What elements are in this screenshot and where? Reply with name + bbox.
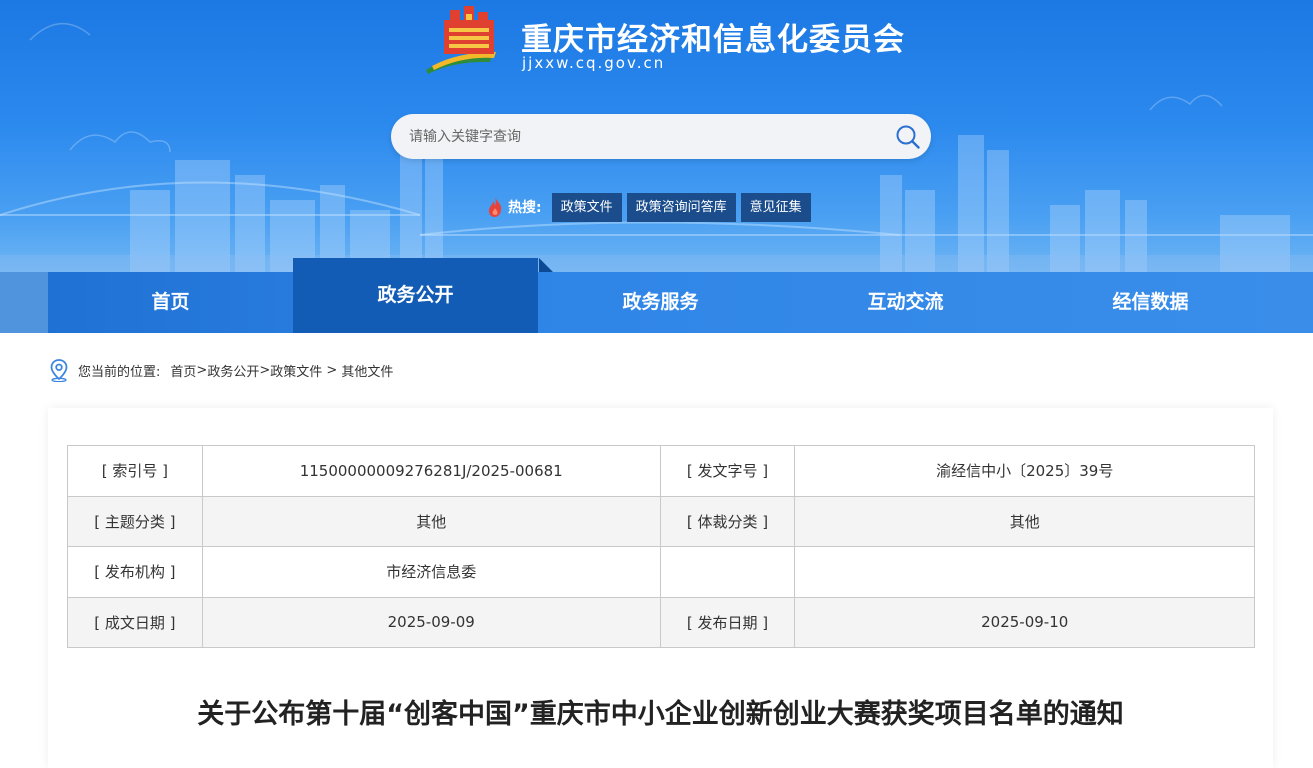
site-header: 重庆市经济和信息化委员会 jjxxw.cq.gov.cn 热搜: 政策文件 政策… xyxy=(0,0,1313,272)
breadcrumb-separator: > xyxy=(322,362,342,378)
meta-label-topic: [ 主题分类 ] xyxy=(67,495,203,547)
document-title: 关于公布第十届“创客中国”重庆市中小企业创新创业大赛获奖项目名单的通知 xyxy=(197,699,1124,730)
meta-value-publisher: 市经济信息委 xyxy=(201,546,661,598)
meta-value-genre: 其他 xyxy=(794,495,1255,547)
document-meta-table: [ 索引号 ] 11500000009276281J/2025-00681 [ … xyxy=(67,445,1255,648)
nav-left-cap xyxy=(0,272,48,333)
meta-value-written-date: 2025-09-09 xyxy=(201,596,661,648)
nav-item-gov-services[interactable]: 政务服务 xyxy=(538,272,783,333)
hot-tag-policy-files[interactable]: 政策文件 xyxy=(551,192,622,222)
nav-item-gov-affairs-open[interactable]: 政务公开 xyxy=(293,258,538,333)
breadcrumb-gov-affairs-open[interactable]: 政务公开 xyxy=(207,361,259,380)
site-domain: jjxxw.cq.gov.cn xyxy=(522,54,666,72)
breadcrumb-other-files[interactable]: 其他文件 xyxy=(341,361,393,380)
meta-label-index-no: [ 索引号 ] xyxy=(67,445,203,497)
meta-label-doc-no: [ 发文字号 ] xyxy=(659,445,796,497)
nav-item-interaction[interactable]: 互动交流 xyxy=(783,272,1028,333)
meta-empty-cell xyxy=(794,546,1255,598)
site-title: 重庆市经济和信息化委员会 xyxy=(521,22,905,58)
hot-search-row: 热搜: 政策文件 政策咨询问答库 意见征集 xyxy=(486,192,816,222)
nav-item-econ-data[interactable]: 经信数据 xyxy=(1028,272,1273,333)
meta-value-doc-no: 渝经信中小〔2025〕39号 xyxy=(794,445,1255,497)
document-card: [ 索引号 ] 11500000009276281J/2025-00681 [ … xyxy=(48,408,1273,768)
meta-label-written-date: [ 成文日期 ] xyxy=(67,596,203,648)
location-pin-icon xyxy=(50,359,68,382)
meta-value-topic: 其他 xyxy=(201,495,661,547)
search-box xyxy=(391,114,931,159)
nav-item-home[interactable]: 首页 xyxy=(48,272,293,333)
breadcrumb-home[interactable]: 首页 xyxy=(170,361,196,380)
main-nav: 首页 政务公开 政务服务 互动交流 经信数据 xyxy=(0,258,1313,333)
hot-tag-policy-qa[interactable]: 政策咨询问答库 xyxy=(626,192,736,222)
meta-label-genre: [ 体裁分类 ] xyxy=(659,495,796,547)
table-row: [ 发布机构 ] 市经济信息委 xyxy=(67,546,1255,598)
fire-icon xyxy=(488,197,502,217)
nav-active-notch xyxy=(539,258,553,272)
table-row: [ 索引号 ] 11500000009276281J/2025-00681 [ … xyxy=(67,445,1255,497)
breadcrumb-policy-files[interactable]: 政策文件 xyxy=(270,361,322,380)
meta-value-index-no: 11500000009276281J/2025-00681 xyxy=(201,445,661,497)
breadcrumb-separator: > xyxy=(259,362,271,378)
breadcrumb-separator: > xyxy=(196,362,208,378)
table-row: [ 主题分类 ] 其他 [ 体裁分类 ] 其他 xyxy=(67,495,1255,547)
search-input[interactable] xyxy=(409,114,879,159)
cq-emblem-icon xyxy=(426,6,496,74)
site-logo[interactable]: 重庆市经济和信息化委员会 jjxxw.cq.gov.cn xyxy=(422,6,912,76)
meta-empty-cell xyxy=(659,546,796,598)
hot-search-label: 热搜: xyxy=(508,200,542,216)
meta-label-publisher: [ 发布机构 ] xyxy=(67,546,203,598)
breadcrumb: 您当前的位置: 首页 > 政务公开 > 政策文件 > 其他文件 xyxy=(48,358,393,382)
meta-label-publish-date: [ 发布日期 ] xyxy=(659,596,796,648)
meta-value-publish-date: 2025-09-10 xyxy=(794,596,1255,648)
search-icon[interactable] xyxy=(895,124,921,150)
breadcrumb-prefix: 您当前的位置: xyxy=(78,364,161,380)
table-row: [ 成文日期 ] 2025-09-09 [ 发布日期 ] 2025-09-10 xyxy=(67,596,1255,648)
hot-tag-opinion-collection[interactable]: 意见征集 xyxy=(740,192,811,222)
